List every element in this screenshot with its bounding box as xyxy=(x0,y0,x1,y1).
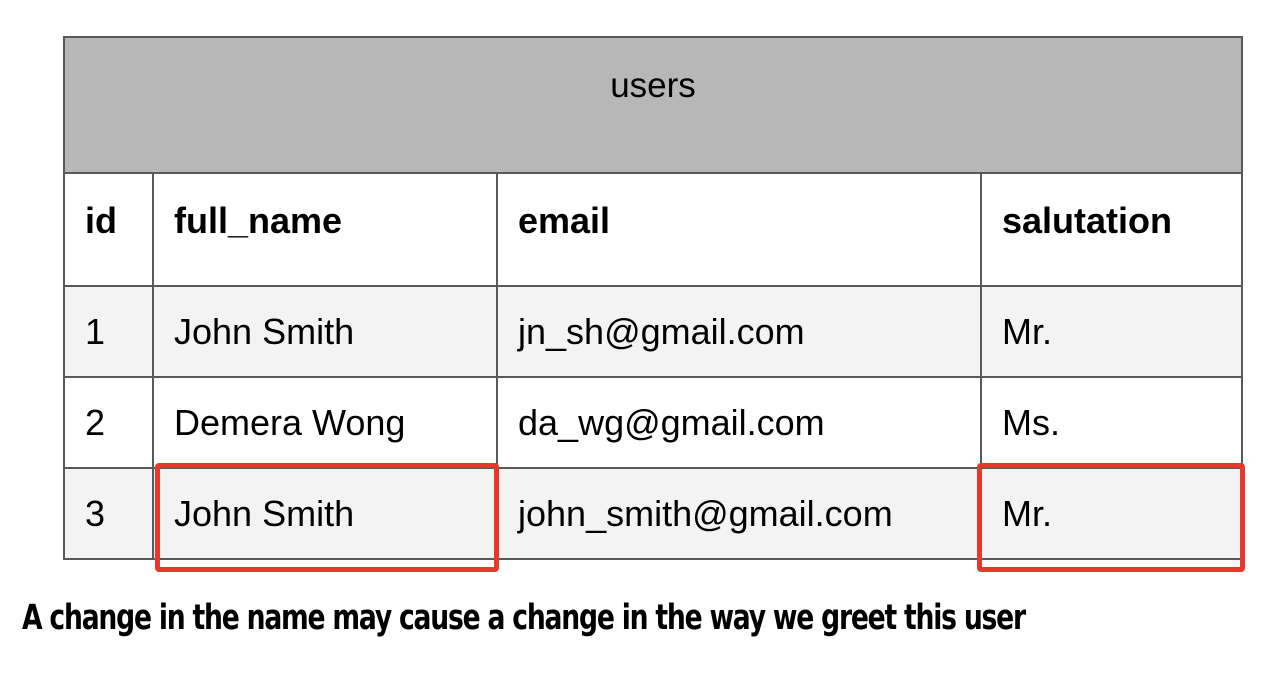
column-header-salutation: salutation xyxy=(979,172,1244,287)
cell-full-name: Demera Wong xyxy=(152,376,498,469)
column-header-email: email xyxy=(496,172,982,287)
column-header-full-name: full_name xyxy=(152,172,498,287)
table-row: 1 John Smith jn_sh@gmail.com Mr. xyxy=(63,285,1244,378)
cell-salutation: Ms. xyxy=(979,376,1244,469)
cell-salutation: Mr. xyxy=(979,285,1244,378)
cell-id: 2 xyxy=(63,376,154,469)
cell-email: da_wg@gmail.com xyxy=(496,376,982,469)
caption: A change in the name may cause a change … xyxy=(22,598,1026,638)
table-title: users xyxy=(62,36,1244,174)
cell-id: 3 xyxy=(63,467,154,560)
cell-email: jn_sh@gmail.com xyxy=(496,285,982,378)
cell-email: john_smith@gmail.com xyxy=(496,467,982,560)
cell-id: 1 xyxy=(63,285,154,378)
highlight-box-salutation xyxy=(977,463,1245,572)
cell-full-name: John Smith xyxy=(152,285,498,378)
highlight-box-full-name xyxy=(155,463,499,572)
table-row: 2 Demera Wong da_wg@gmail.com Ms. xyxy=(63,376,1244,469)
table-title-row: users xyxy=(62,36,1244,174)
table-header-row: id full_name email salutation xyxy=(63,172,1244,287)
column-header-id: id xyxy=(63,172,154,287)
